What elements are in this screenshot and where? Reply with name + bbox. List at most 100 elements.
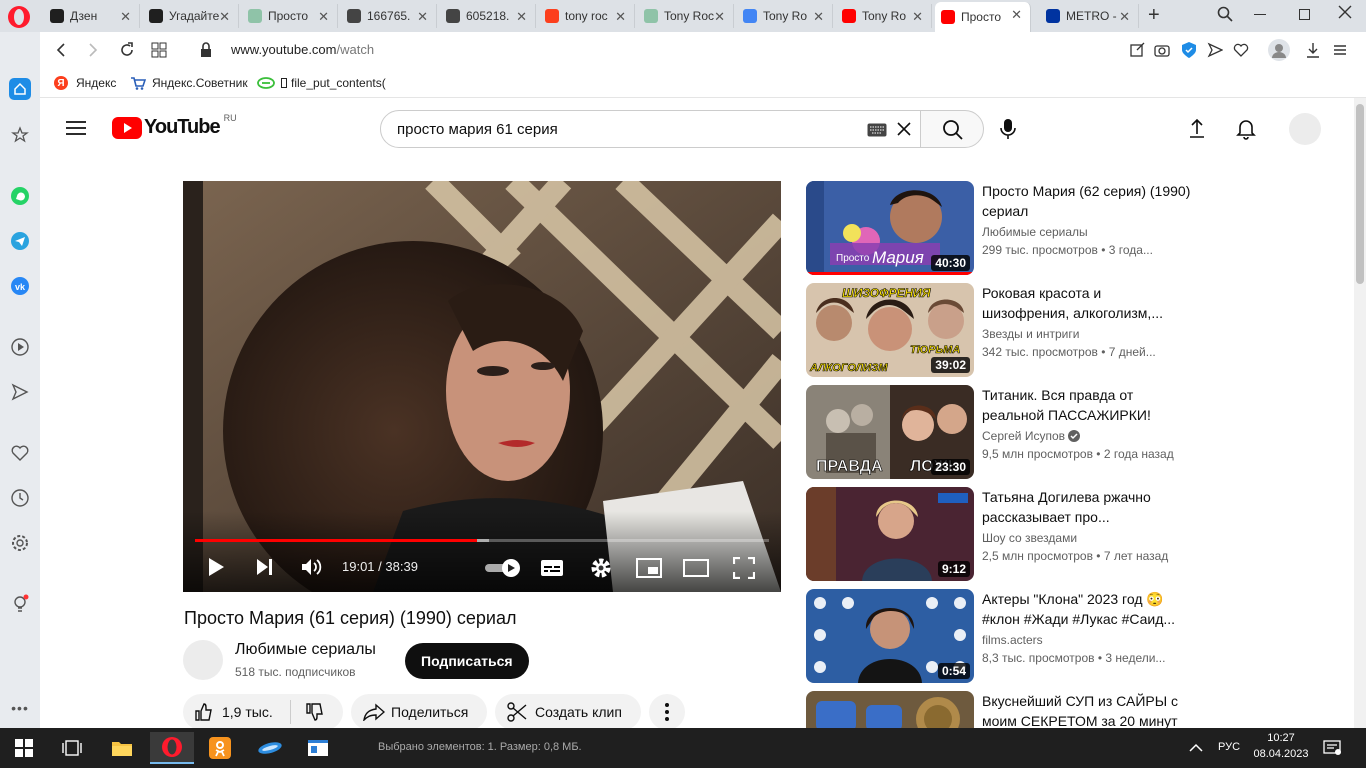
channel-name[interactable]: Звезды и интриги xyxy=(982,327,1079,341)
video-thumbnail[interactable]: Просто Мария 40:30 xyxy=(806,181,974,275)
tabs-grid-icon[interactable] xyxy=(151,42,167,58)
recommended-video[interactable]: 0:54 Актеры "Клона" 2023 год 😳 #клон #Жад… xyxy=(806,589,1186,683)
notifications-button[interactable] xyxy=(1312,732,1352,764)
speed-dial-icon[interactable] xyxy=(9,124,31,146)
settings-icon[interactable] xyxy=(9,532,31,554)
settings-button[interactable] xyxy=(590,557,612,579)
video-thumbnail[interactable]: 0:54 xyxy=(806,589,974,683)
recommended-video[interactable]: ШИЗОФРЕНИЯ ТЮРЬМА АЛКОГОЛИЗМ 39:02 Роковая к… xyxy=(806,283,1186,377)
edit-page-icon[interactable] xyxy=(1129,42,1145,58)
whatsapp-icon[interactable] xyxy=(9,185,31,207)
video-title[interactable]: Роковая красота и шизофрения, алкоголизм… xyxy=(982,283,1192,323)
upload-icon[interactable] xyxy=(1189,118,1205,138)
more-icon[interactable]: ••• xyxy=(9,697,31,719)
like-button[interactable]: 1,9 тыс. xyxy=(183,700,291,724)
tray-expand-button[interactable] xyxy=(1176,732,1216,764)
video-thumbnail[interactable]: ПРАВДАЛОЖЬ23:30 xyxy=(806,385,974,479)
browser-tab[interactable]: Tony Ro ✕ xyxy=(836,4,932,28)
app-taskbar-button[interactable] xyxy=(248,732,292,764)
file-explorer-button[interactable] xyxy=(100,732,144,764)
share-button[interactable]: Поделиться xyxy=(351,694,487,728)
favorites-icon[interactable] xyxy=(9,442,31,464)
tab-close-icon[interactable]: ✕ xyxy=(417,9,428,25)
subtitles-button[interactable] xyxy=(540,558,564,578)
recommended-video[interactable]: Вкуснейший СУП из САЙРЫ с моим СЕКРЕТОМ … xyxy=(806,691,1186,728)
telegram-icon[interactable] xyxy=(9,230,31,252)
search-button[interactable] xyxy=(920,110,984,148)
guide-menu-icon[interactable] xyxy=(66,120,86,136)
recommended-video[interactable]: ПРАВДАЛОЖЬ23:30Титаник. Вся правда от ре… xyxy=(806,385,1186,479)
recommended-video[interactable]: Просто Мария 40:30 Просто Мария (62 серия) … xyxy=(806,181,1190,275)
channel-avatar[interactable] xyxy=(183,640,223,680)
tab-close-icon[interactable]: ✕ xyxy=(1011,7,1022,23)
opera-menu-icon[interactable] xyxy=(8,6,30,28)
channel-name[interactable]: Любимые сериалы xyxy=(982,225,1088,239)
browser-tab[interactable]: Угадайте ✕ xyxy=(143,4,239,28)
video-title[interactable]: Титаник. Вся правда от реальной ПАССАЖИР… xyxy=(982,385,1192,425)
browser-tab[interactable]: Tony Roc ✕ xyxy=(638,4,734,28)
dislike-button[interactable] xyxy=(291,702,325,722)
start-button[interactable] xyxy=(2,732,46,764)
video-thumbnail[interactable]: ШИЗОФРЕНИЯ ТЮРЬМА АЛКОГОЛИЗМ 39:02 xyxy=(806,283,974,377)
player-icon[interactable] xyxy=(9,336,31,358)
clear-search-icon[interactable] xyxy=(896,121,912,137)
bookmark-file-put-contents[interactable]: file_put_contents( xyxy=(257,76,386,90)
create-clip-button[interactable]: Создать клип xyxy=(495,694,641,728)
volume-button[interactable] xyxy=(301,557,323,577)
keyboard-icon[interactable] xyxy=(867,123,887,137)
browser-tab[interactable]: tony roc ✕ xyxy=(539,4,635,28)
tab-close-icon[interactable]: ✕ xyxy=(120,9,131,25)
window-app-button[interactable] xyxy=(296,732,340,764)
browser-tab[interactable]: 166765. ✕ xyxy=(341,4,437,28)
browser-tab[interactable]: Дзен ✕ xyxy=(44,4,140,28)
tab-search-icon[interactable] xyxy=(1217,6,1233,22)
restore-icon[interactable] xyxy=(1299,9,1310,20)
video-title[interactable]: Просто Мария (62 серия) (1990) сериал xyxy=(982,181,1192,221)
bookmark-yandex[interactable]: Я Яндекс xyxy=(54,76,116,90)
opera-taskbar-button[interactable] xyxy=(150,732,194,764)
vpn-shield-icon[interactable] xyxy=(1181,41,1197,59)
odnoklassniki-button[interactable] xyxy=(198,732,242,764)
tab-close-icon[interactable]: ✕ xyxy=(318,9,329,25)
browser-tab[interactable]: Просто ✕ xyxy=(935,2,1031,32)
tab-close-icon[interactable]: ✕ xyxy=(714,9,725,25)
browser-tab[interactable]: 605218. ✕ xyxy=(440,4,536,28)
task-view-button[interactable] xyxy=(50,732,94,764)
subscribe-button[interactable]: Подписаться xyxy=(405,643,529,679)
url-field[interactable]: www.youtube.com/watch xyxy=(231,42,374,57)
video-title[interactable]: Татьяна Догилева ржачно рассказывает про… xyxy=(982,487,1192,527)
input-language[interactable]: РУС xyxy=(1218,741,1240,753)
scrollbar-thumb[interactable] xyxy=(1356,104,1364,284)
video-title[interactable]: Актеры "Клона" 2023 год 😳 #клон #Жади #Л… xyxy=(982,589,1192,629)
youtube-logo[interactable]: YouTube RU xyxy=(112,113,237,139)
clock-date[interactable]: 08.04.2023 xyxy=(1251,748,1311,760)
page-scrollbar[interactable] xyxy=(1354,98,1366,728)
window-close-icon[interactable] xyxy=(1338,5,1352,19)
channel-name[interactable]: films.acters xyxy=(982,633,1043,647)
tab-close-icon[interactable]: ✕ xyxy=(912,9,923,25)
back-icon[interactable] xyxy=(54,42,68,58)
play-button[interactable] xyxy=(207,557,225,577)
browser-tab[interactable]: METRO - ✕ xyxy=(1040,4,1139,28)
send-icon[interactable] xyxy=(9,381,31,403)
download-icon[interactable] xyxy=(1305,42,1321,58)
history-icon[interactable] xyxy=(9,487,31,509)
miniplayer-button[interactable] xyxy=(636,558,662,578)
browser-tab[interactable]: Tony Ro ✕ xyxy=(737,4,833,28)
autoplay-toggle[interactable] xyxy=(485,559,521,577)
video-title[interactable]: Вкуснейший СУП из САЙРЫ с моим СЕКРЕТОМ … xyxy=(982,691,1192,728)
vk-icon[interactable]: vk xyxy=(9,275,31,297)
video-player[interactable]: 19:01 / 38:39 xyxy=(183,181,781,592)
share-arrow-icon[interactable] xyxy=(1207,42,1223,58)
more-actions-button[interactable] xyxy=(649,694,685,728)
minimize-icon[interactable] xyxy=(1254,14,1266,15)
recommended-video[interactable]: 9:12 Татьяна Догилева ржачно рассказывает… xyxy=(806,487,1186,581)
channel-name[interactable]: Любимые сериалы xyxy=(235,641,376,659)
channel-name[interactable]: Шоу со звездами xyxy=(982,531,1077,545)
new-tab-icon[interactable]: + xyxy=(1148,4,1160,27)
easy-setup-icon[interactable] xyxy=(1332,42,1348,58)
browser-tab[interactable]: Просто ✕ xyxy=(242,4,338,28)
theater-mode-button[interactable] xyxy=(683,559,709,577)
channel-name[interactable]: Сергей Исупов xyxy=(982,429,1081,443)
video-thumbnail[interactable]: 9:12 xyxy=(806,487,974,581)
